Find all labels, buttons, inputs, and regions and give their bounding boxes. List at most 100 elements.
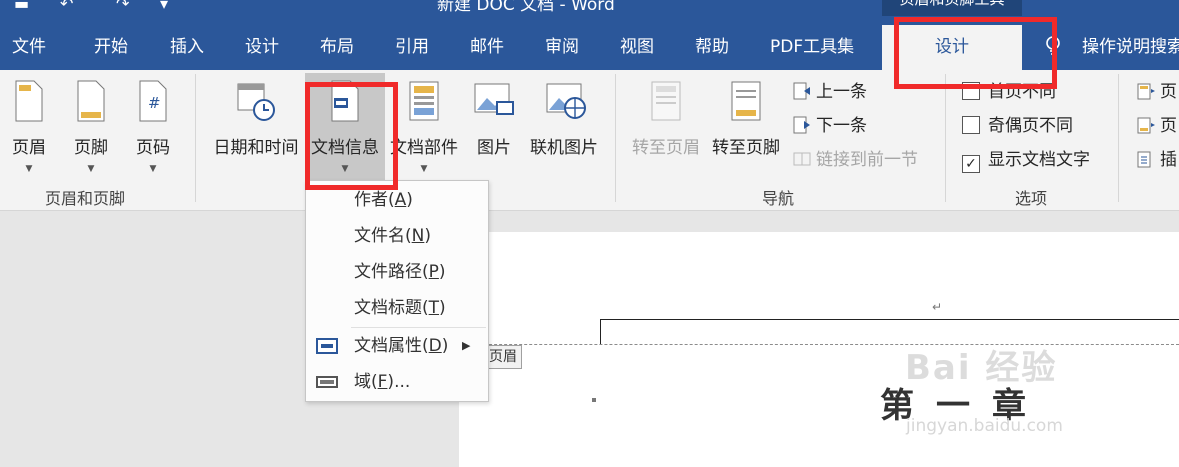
menu-separator [351,327,486,328]
quick-parts-button[interactable]: 文档部件 ▼ [388,80,460,174]
group-divider [615,74,616,202]
footer-label: 页脚 [74,138,108,158]
tab-pdf-tools[interactable]: PDF工具集 [770,25,854,70]
tab-help[interactable]: 帮助 [695,25,729,70]
header-icon [15,80,43,122]
header-button[interactable]: 页眉 ▼ [8,80,50,174]
next-button[interactable]: 下一条 [792,114,867,138]
group-label-options: 选项 [1015,189,1048,208]
footer-position-button[interactable]: 页 [1136,114,1177,138]
goto-footer-button[interactable]: 转至页脚 [710,80,782,158]
group-divider [945,74,946,202]
online-picture-button[interactable]: 联机图片 [528,80,600,158]
menu-item-label: 文件名(N) [354,226,431,246]
redo-icon[interactable]: ↷ [116,0,129,13]
header-border-line [600,319,1179,320]
save-icon[interactable]: ▬ [14,0,29,13]
goto-header-button[interactable]: 转至页眉 [630,80,702,158]
menu-item-file-name[interactable]: 文件名(N) [306,219,488,253]
tab-design[interactable]: 设计 [245,25,279,70]
chevron-down-icon: ▼ [420,164,428,174]
customize-qat-icon[interactable]: ▾ [160,0,168,13]
group-divider [1118,74,1119,202]
next-section-icon [793,116,810,134]
picture-label: 图片 [477,138,511,158]
header-position-icon [1137,83,1155,100]
picture-button[interactable]: 图片 [472,80,516,158]
calendar-clock-icon [237,83,275,121]
menu-item-label: 文档属性(D) [354,336,449,356]
show-document-text-label: 显示文档文字 [988,150,1090,170]
chevron-down-icon: ▼ [87,164,95,174]
group-label-header-footer: 页眉和页脚 [45,189,126,208]
footer-button[interactable]: 页脚 ▼ [70,80,112,174]
show-document-text-checkbox[interactable]: ✓ 显示文档文字 [962,148,1090,173]
footer-position-icon [1137,117,1155,134]
previous-button[interactable]: 上一条 [792,80,867,104]
link-icon [793,152,811,166]
paragraph-mark-icon: ↵ [932,300,943,314]
tab-review[interactable]: 审阅 [545,25,579,70]
page-number-button[interactable]: # 页码 ▼ [132,80,174,174]
goto-header-label: 转至页眉 [632,138,700,158]
picture-icon [474,83,514,115]
checkmark-icon: ✓ [962,155,980,173]
document-page[interactable] [459,232,1179,467]
header-label: 页眉 [12,138,46,158]
highlight-box-design-tab [894,17,1057,89]
undo-icon[interactable]: ↶ [60,0,73,13]
menu-item-document-title[interactable]: 文档标题(T) [306,291,488,325]
field-icon [316,376,338,388]
document-title: 新建 DOC 文档 - Word [437,0,615,15]
header-position-label: 页 [1160,82,1177,102]
footer-icon [77,80,105,122]
page-number-label: 页码 [136,138,170,158]
tab-mailings[interactable]: 邮件 [470,25,504,70]
date-time-button[interactable]: 日期和时间 [210,80,302,158]
odd-even-different-checkbox[interactable]: 奇偶页不同 [962,114,1073,138]
ribbon: 页眉 ▼ 页脚 ▼ # 页码 ▼ 页眉和页脚 日期和时间 文档信息 ▼ 文档部件… [0,70,1179,211]
menu-item-document-property[interactable]: 文档属性(D) ▶ [306,329,488,363]
goto-footer-icon [731,81,761,121]
watermark-url: jingyan.baidu.com [906,416,1063,436]
chevron-down-icon: ▼ [149,164,157,174]
odd-even-different-label: 奇偶页不同 [988,116,1073,136]
link-to-previous-label: 链接到前一节 [816,150,918,170]
header-boundary-dashed-line [459,344,1179,345]
goto-footer-label: 转至页脚 [712,138,780,158]
tab-view[interactable]: 视图 [620,25,654,70]
group-divider [195,74,196,202]
link-to-previous-button[interactable]: 链接到前一节 [792,148,918,172]
tell-me-search[interactable]: 操作说明搜索 [1082,25,1179,70]
chevron-down-icon: ▼ [25,164,33,174]
menu-item-file-path[interactable]: 文件路径(P) [306,255,488,289]
tab-home[interactable]: 开始 [94,25,128,70]
tab-references[interactable]: 引用 [395,25,429,70]
tab-layout[interactable]: 布局 [320,25,354,70]
previous-section-icon [793,82,810,100]
submenu-arrow-icon: ▶ [462,339,471,352]
tab-file[interactable]: 文件 [12,25,46,70]
insert-tab-icon [1137,151,1151,168]
quick-parts-icon [409,81,439,121]
quick-parts-label: 文档部件 [390,138,458,158]
svg-text:#: # [148,94,161,112]
document-property-icon [316,338,338,354]
online-picture-icon [546,83,586,119]
highlight-box-document-info [305,82,398,190]
checkbox-unchecked [962,116,980,134]
header-position-button[interactable]: 页 [1136,80,1177,104]
tab-insert[interactable]: 插入 [170,25,204,70]
menu-item-field[interactable]: 域(F)... [306,365,488,399]
menu-item-label: 文档标题(T) [354,298,446,318]
group-label-navigation: 导航 [762,189,795,208]
insert-alignment-tab-button[interactable]: 插 [1136,148,1177,172]
previous-label: 上一条 [816,82,867,102]
insert-alignment-tab-label: 插 [1160,150,1177,170]
footer-position-label: 页 [1160,116,1177,136]
context-tools-label: 页眉和页脚工具 [882,0,1022,16]
goto-header-icon [651,81,681,121]
text-cursor-marker [592,398,596,402]
menu-item-label: 文件路径(P) [354,262,446,282]
document-info-dropdown: 作者(A) 文件名(N) 文件路径(P) 文档标题(T) 文档属性(D) ▶ 域… [305,180,489,402]
